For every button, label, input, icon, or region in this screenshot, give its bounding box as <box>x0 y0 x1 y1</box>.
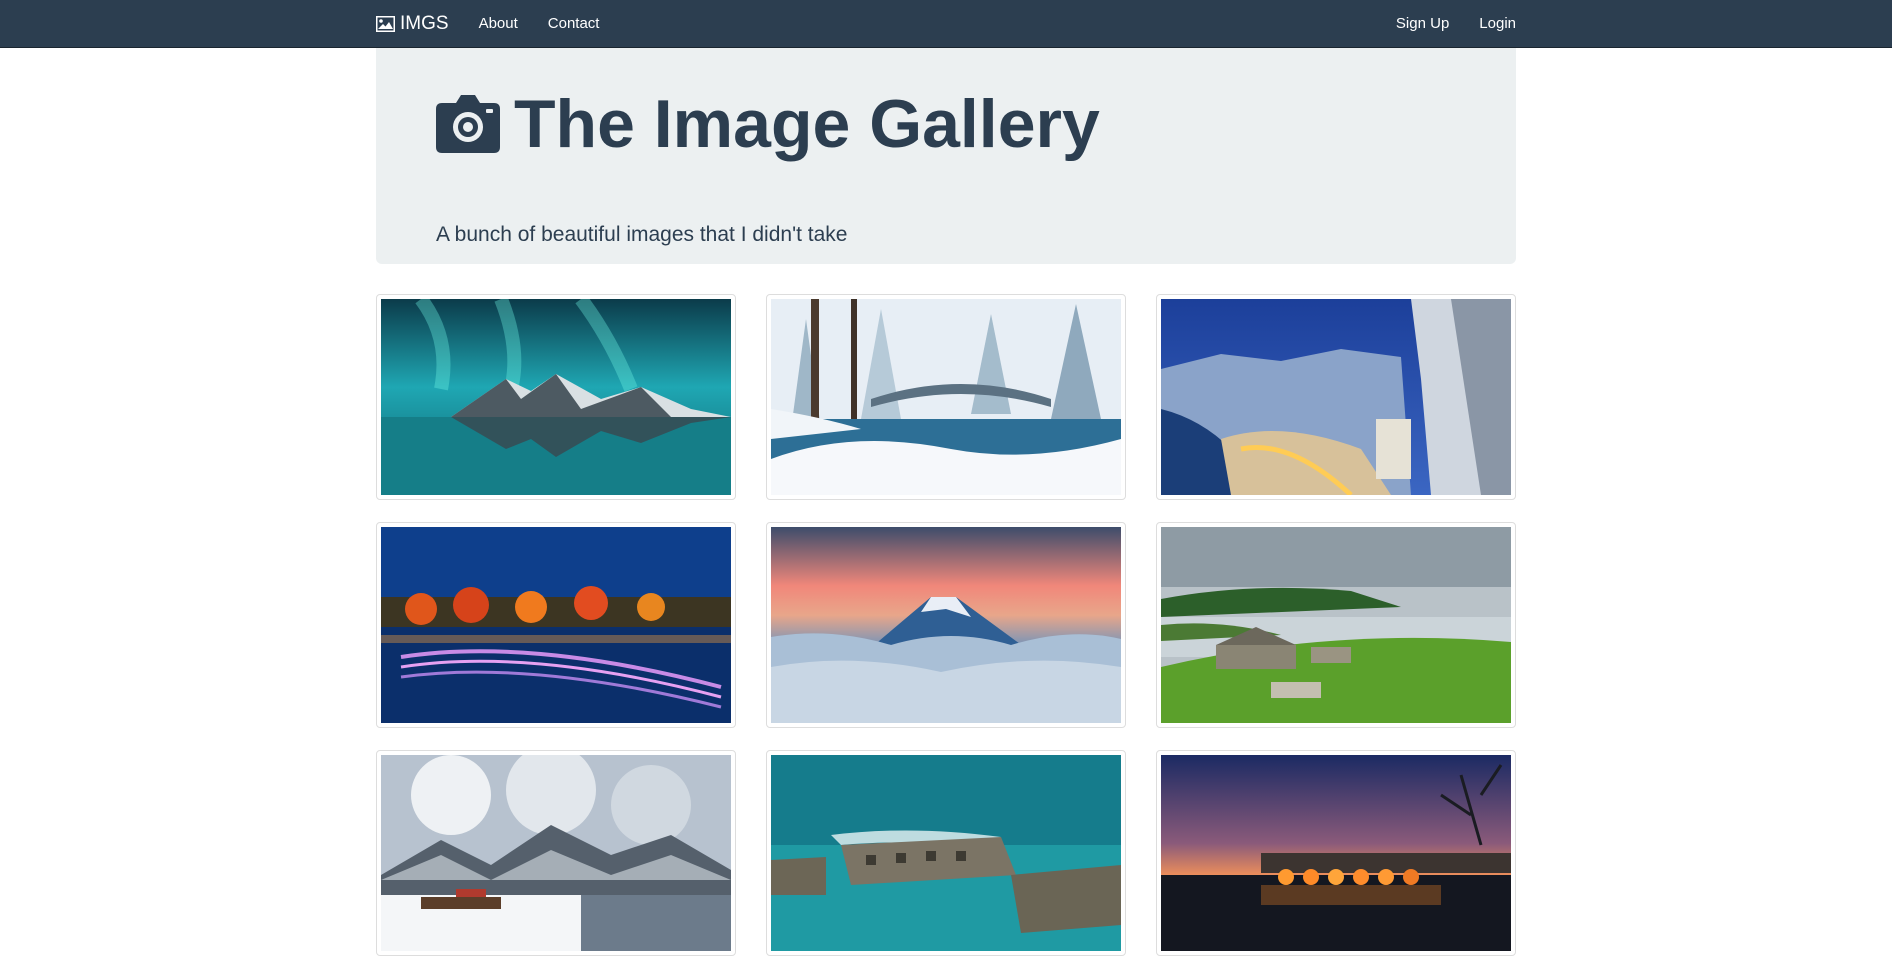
page-title: The Image Gallery <box>514 86 1100 162</box>
gallery-thumbnail-winter-city-night[interactable] <box>1156 294 1516 500</box>
gallery-thumbnail-aurora-mountain-lake[interactable] <box>376 294 736 500</box>
nav-link-login[interactable]: Login <box>1479 15 1516 32</box>
brand-link[interactable]: IMGS <box>376 13 449 35</box>
gallery-image <box>1161 299 1511 495</box>
gallery-image <box>1161 527 1511 723</box>
gallery-image <box>381 299 731 495</box>
gallery-thumbnail-aerial-ocean-ruins[interactable] <box>766 750 1126 956</box>
navbar-right: Sign Up Login <box>1366 15 1516 32</box>
navbar-left: IMGS About Contact <box>376 13 599 35</box>
gallery-thumbnail-foggy-lake-boat[interactable] <box>376 750 736 956</box>
gallery-image <box>381 755 731 951</box>
gallery-thumbnail-mountain-above-clouds[interactable] <box>766 522 1126 728</box>
navbar-inner: IMGS About Contact Sign Up Login <box>376 0 1516 47</box>
gallery-image <box>771 527 1121 723</box>
nav-link-contact[interactable]: Contact <box>548 15 600 32</box>
gallery-thumbnail-green-coast-cottages[interactable] <box>1156 522 1516 728</box>
jumbotron-heading: The Image Gallery <box>436 90 1100 158</box>
nav-link-about[interactable]: About <box>479 15 518 32</box>
gallery-image <box>771 755 1121 951</box>
gallery-thumbnail-sunset-arch-bridge[interactable] <box>1156 750 1516 956</box>
page-subtitle: A bunch of beautiful images that I didn'… <box>436 223 848 246</box>
picture-icon <box>376 15 395 32</box>
gallery-image <box>1161 755 1511 951</box>
navbar: IMGS About Contact Sign Up Login <box>0 0 1892 48</box>
gallery-image <box>771 299 1121 495</box>
gallery-image <box>381 527 731 723</box>
brand-name: IMGS <box>400 12 449 34</box>
nav-link-sign-up[interactable]: Sign Up <box>1396 15 1449 32</box>
camera-icon <box>436 95 500 153</box>
jumbotron: The Image Gallery A bunch of beautiful i… <box>376 48 1516 264</box>
gallery-thumbnail-snowy-forest-bridge[interactable] <box>766 294 1126 500</box>
gallery-thumbnail-night-lights-river[interactable] <box>376 522 736 728</box>
